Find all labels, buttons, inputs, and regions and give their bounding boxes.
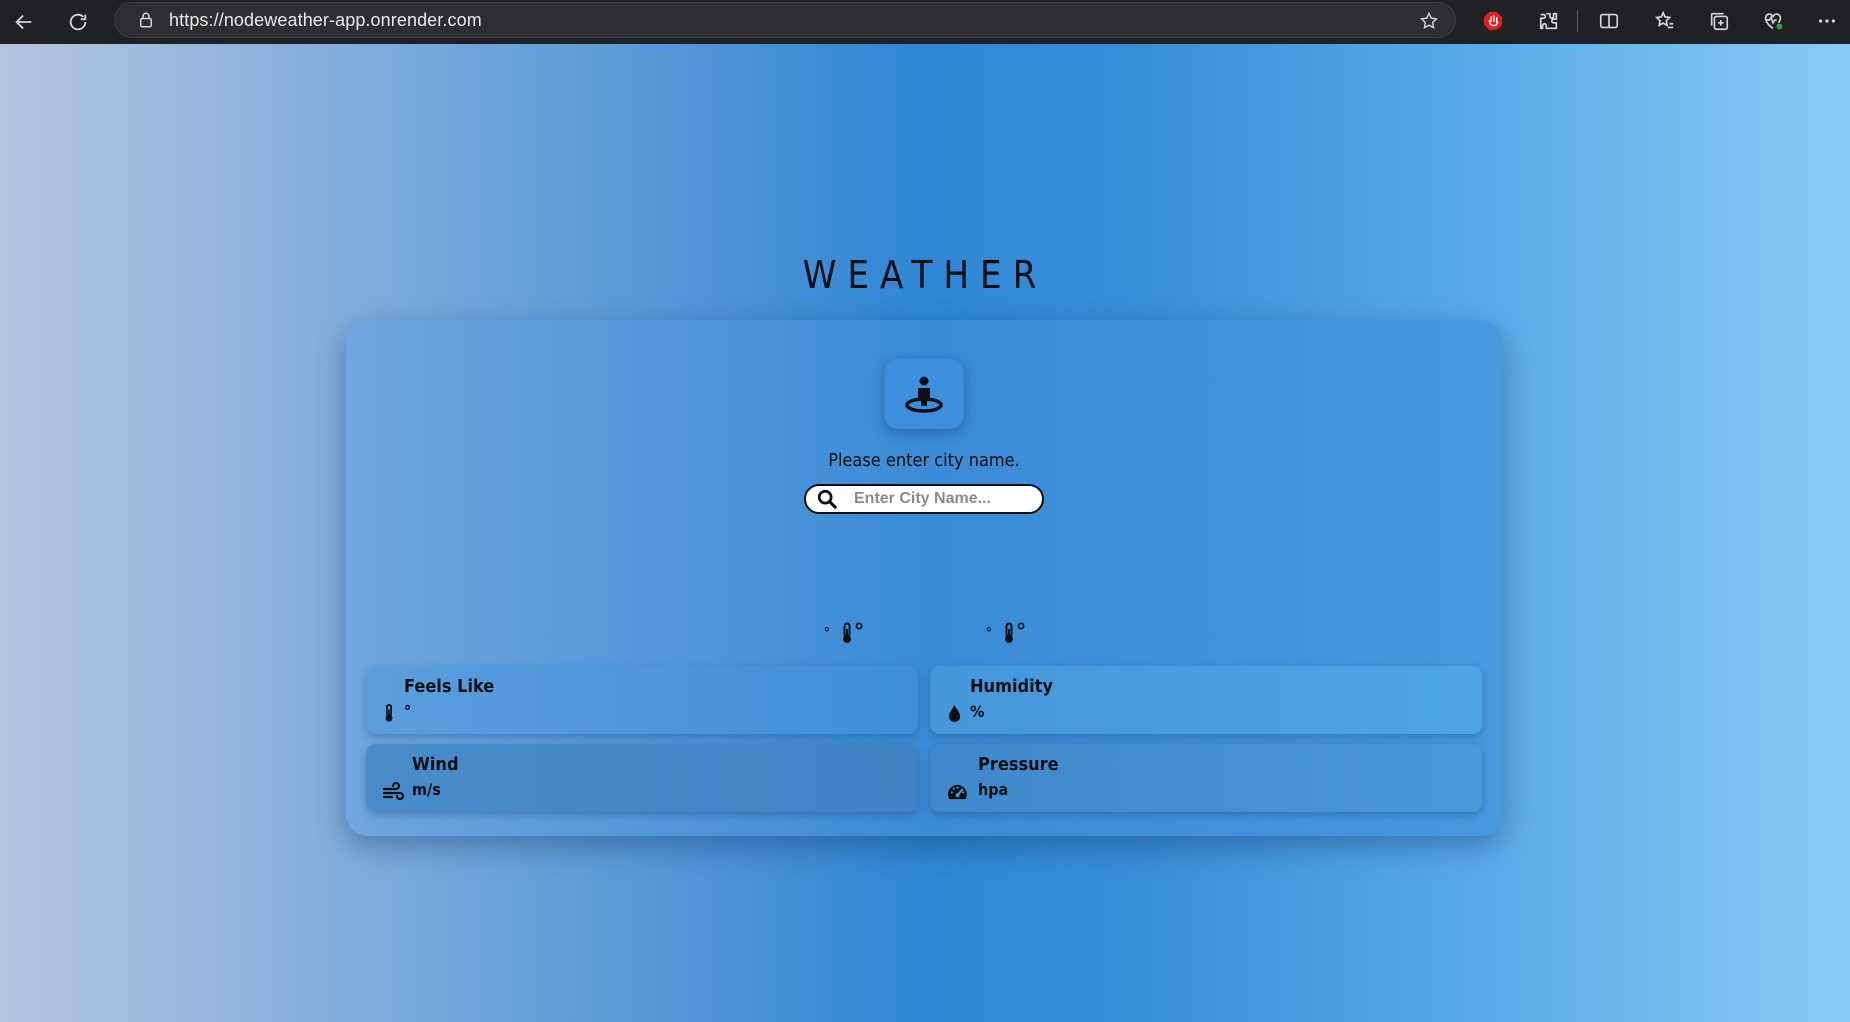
temperature-max: ° ° (986, 618, 1026, 644)
address-url: https://nodeweather-app.onrender.com (169, 9, 482, 30)
collections-icon[interactable] (1704, 6, 1734, 36)
wind-label: Wind (412, 754, 459, 775)
feels-like-label: Feels Like (404, 676, 495, 697)
thermometer-icon (1004, 622, 1013, 643)
address-bar[interactable]: https://nodeweather-app.onrender.com (114, 2, 1456, 38)
humidity-value: % (970, 702, 985, 721)
favorites-icon[interactable] (1650, 6, 1680, 36)
feels-like-value: ° (404, 702, 412, 721)
wind-tile: Wind m/s (366, 744, 918, 812)
weather-card: Please enter city name. ° ° ° (346, 320, 1502, 836)
humidity-label: Humidity (970, 676, 1053, 697)
lock-icon (137, 11, 155, 29)
location-button[interactable] (884, 359, 964, 429)
temp-max-degree: ° (986, 624, 992, 640)
pressure-tile: Pressure hpa (930, 744, 1482, 812)
page-background: WEATHER Please enter city name. ° (0, 44, 1850, 1022)
page-title: WEATHER (802, 253, 1048, 297)
adblock-icon[interactable] (1478, 6, 1508, 36)
humidity-tile: Humidity % (930, 666, 1482, 734)
temperature-min: ° ° (824, 618, 864, 644)
split-screen-icon[interactable] (1594, 6, 1624, 36)
browser-toolbar: https://nodeweather-app.onrender.com (0, 0, 1850, 44)
wind-value: m/s (412, 780, 441, 799)
favorite-star-icon[interactable] (1419, 11, 1439, 31)
pressure-label: Pressure (978, 754, 1059, 775)
gauge-icon (948, 784, 967, 800)
browser-essentials-icon[interactable] (1758, 6, 1788, 36)
temp-min-unit: ° (854, 618, 864, 643)
city-search-input[interactable] (854, 490, 1034, 508)
refresh-icon[interactable] (58, 4, 98, 40)
wind-icon (382, 782, 404, 801)
more-menu-icon[interactable] (1812, 6, 1842, 36)
feels-like-tile: Feels Like ° (366, 666, 918, 734)
extensions-icon[interactable] (1534, 6, 1564, 36)
thermometer-icon (842, 622, 851, 643)
temp-min-degree: ° (824, 624, 830, 640)
city-search-box[interactable] (804, 484, 1044, 514)
thermometer-icon (385, 704, 393, 722)
water-drop-icon (948, 705, 961, 722)
temp-max-unit: ° (1016, 618, 1026, 643)
city-prompt: Please enter city name. (828, 450, 1020, 471)
search-icon[interactable] (816, 488, 838, 510)
toolbar-separator (1577, 10, 1578, 32)
pressure-value: hpa (978, 780, 1009, 799)
location-person-icon (905, 376, 943, 413)
back-icon[interactable] (4, 4, 44, 40)
